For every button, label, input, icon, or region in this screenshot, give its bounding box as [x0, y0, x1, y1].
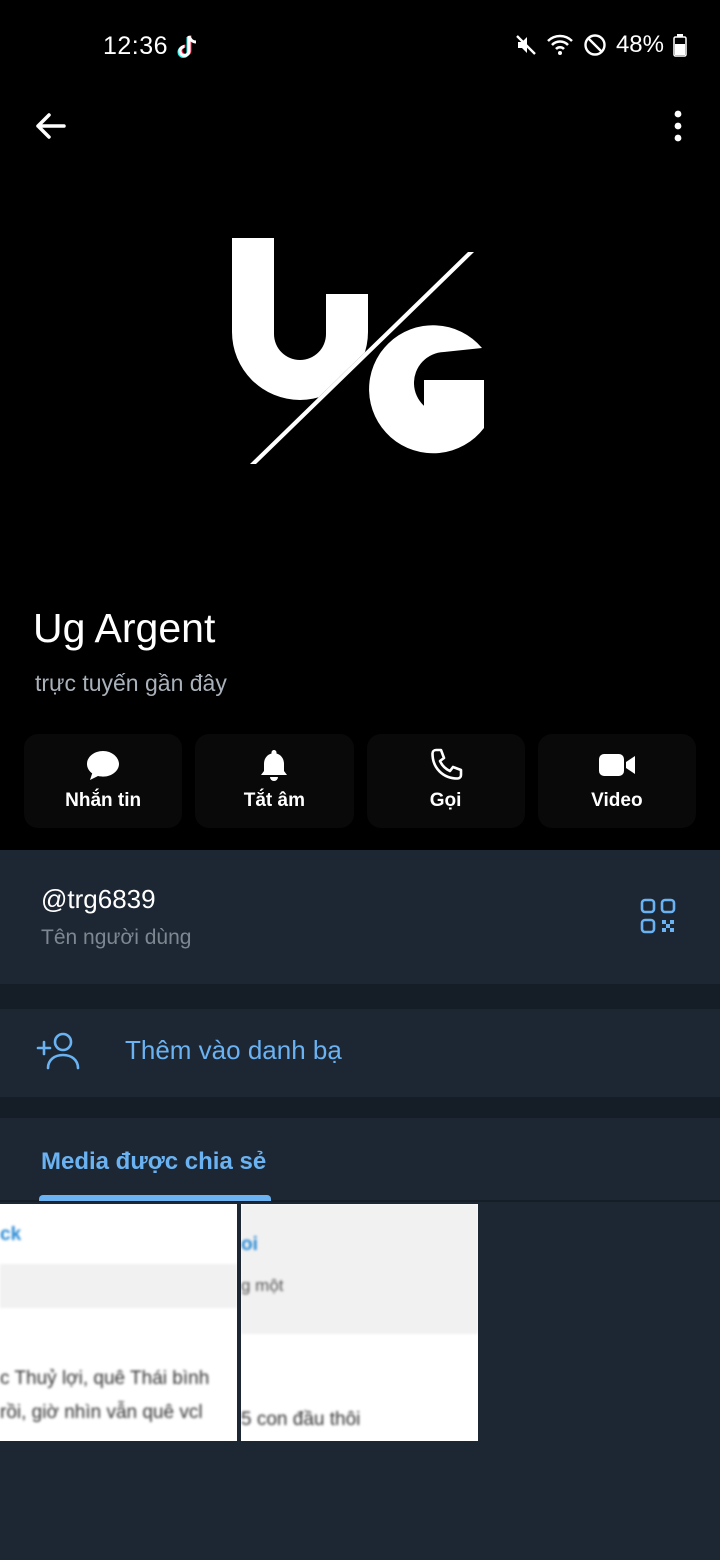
message-button-label: Nhắn tin — [65, 790, 142, 811]
thumbnail-band — [0, 1264, 237, 1308]
bell-icon — [261, 750, 288, 781]
back-button[interactable] — [28, 104, 72, 148]
video-call-button[interactable]: Video — [537, 734, 696, 828]
wifi-icon — [547, 34, 573, 55]
tab-shared-media[interactable]: Media được chia sẻ — [41, 1148, 266, 1176]
section-divider — [0, 1097, 720, 1118]
tab-indicator — [39, 1195, 271, 1201]
call-button[interactable]: Gọi — [366, 734, 525, 828]
qr-code-icon[interactable] — [640, 898, 676, 934]
more-vertical-icon — [674, 110, 682, 142]
message-button[interactable]: Nhắn tin — [24, 734, 183, 828]
section-divider — [0, 984, 720, 1009]
action-buttons: Nhắn tin Tắt âm Gọi Video — [24, 734, 696, 828]
thumbnail-text: oi — [241, 1234, 258, 1255]
status-bar: 12:36 48% — [0, 0, 720, 92]
thumbnail-text: 5 con đầu thôi — [241, 1409, 361, 1430]
media-thumbnail[interactable]: oi g một 5 con đầu thôi — [241, 1204, 478, 1441]
video-icon — [598, 754, 635, 776]
thumbnail-text: c Thuỷ lợi, quê Thái bình — [0, 1368, 210, 1389]
do-not-disturb-icon — [584, 34, 606, 56]
mute-button-label: Tắt âm — [243, 790, 305, 811]
profile-avatar-logo — [232, 238, 484, 466]
tiktok-notification-icon — [177, 35, 197, 58]
battery-percent: 48% — [615, 31, 664, 58]
more-options-button[interactable] — [658, 104, 698, 148]
profile-last-seen: trực tuyến gần đây — [35, 670, 227, 696]
thumbnail-text: ck — [0, 1224, 22, 1245]
video-call-button-label: Video — [591, 790, 643, 811]
mute-icon — [516, 35, 536, 55]
add-to-contacts-label: Thêm vào danh bạ — [125, 1035, 342, 1065]
status-icons: 48% — [515, 31, 687, 59]
arrow-left-icon — [36, 113, 66, 139]
thumbnail-text: g một — [241, 1276, 284, 1295]
thumbnail-text: rồi, giờ nhìn vẫn quê vcl — [0, 1402, 203, 1423]
username-value[interactable]: @trg6839 — [41, 884, 156, 915]
call-button-label: Gọi — [429, 790, 462, 811]
message-icon — [87, 751, 120, 780]
mute-button[interactable]: Tắt âm — [195, 734, 354, 828]
battery-icon — [673, 34, 687, 57]
profile-header: 12:36 48% Ug Argent trực tuyến gần đây N… — [0, 0, 720, 850]
username-label: Tên người dùng — [41, 926, 192, 949]
username-section[interactable]: @trg6839 Tên người dùng — [0, 850, 720, 984]
add-to-contacts-button[interactable]: Thêm vào danh bạ — [0, 1009, 720, 1097]
thumbnail-band — [241, 1204, 478, 1334]
media-thumbnail[interactable]: ck c Thuỷ lợi, quê Thái bình rồi, giờ nh… — [0, 1204, 237, 1441]
status-time: 12:36 — [103, 32, 169, 60]
phone-icon — [430, 748, 462, 780]
add-user-icon — [36, 1032, 80, 1070]
profile-name: Ug Argent — [33, 605, 216, 651]
